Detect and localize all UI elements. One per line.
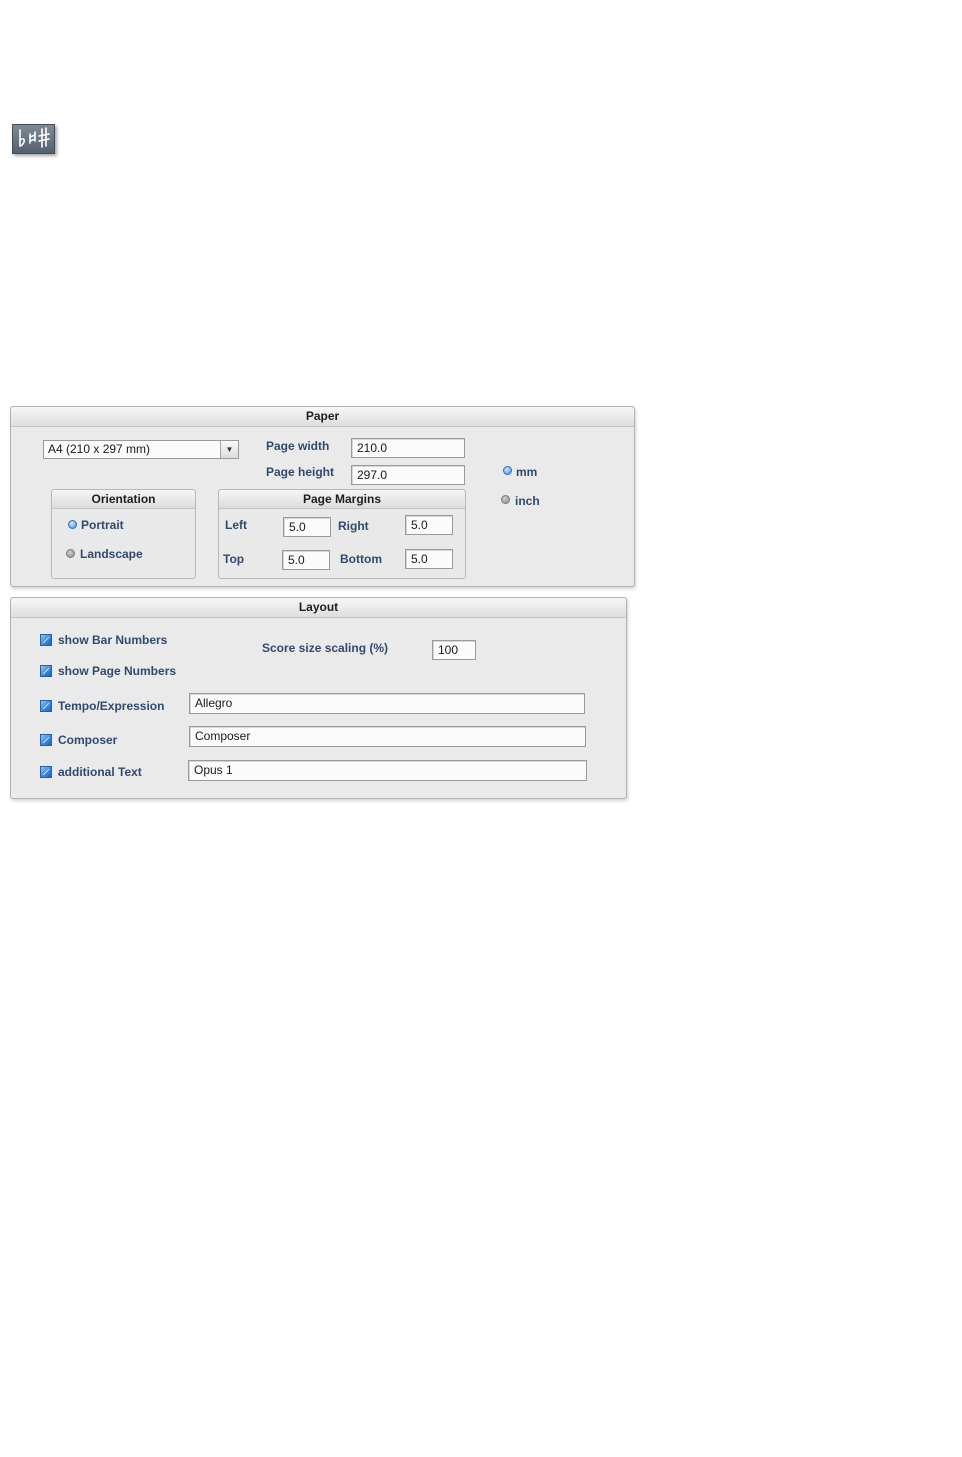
composer-label: Composer: [58, 733, 118, 747]
orientation-title: Orientation: [52, 490, 195, 509]
show-page-numbers-label: show Page Numbers: [58, 664, 177, 678]
layout-panel-title: Layout: [11, 598, 626, 618]
orientation-group: Orientation Portrait Landscape: [51, 489, 196, 579]
layout-panel: Layout show Bar Numbers Score size scali…: [10, 597, 627, 799]
flat-natural-sharp-icon: [12, 124, 55, 154]
composer-input[interactable]: Composer: [189, 726, 586, 747]
show-bar-numbers-label: show Bar Numbers: [58, 633, 168, 647]
inch-radio[interactable]: [501, 495, 510, 504]
right-margin-label: Right: [338, 519, 369, 533]
landscape-radio[interactable]: [66, 549, 75, 558]
portrait-label: Portrait: [81, 518, 124, 532]
bottom-margin-input[interactable]: 5.0: [405, 549, 453, 569]
paper-panel: Paper A4 (210 x 297 mm) ▼ Page width 210…: [10, 406, 635, 587]
show-page-numbers-checkbox[interactable]: [40, 665, 52, 677]
tempo-input[interactable]: Allegro: [189, 693, 585, 714]
composer-checkbox[interactable]: [40, 734, 52, 746]
left-margin-label: Left: [225, 518, 247, 532]
left-margin-input[interactable]: 5.0: [283, 517, 331, 537]
top-margin-input[interactable]: 5.0: [282, 550, 330, 570]
paper-size-value: A4 (210 x 297 mm): [48, 442, 151, 456]
tempo-label: Tempo/Expression: [58, 699, 165, 713]
page-width-input[interactable]: 210.0: [351, 438, 465, 458]
portrait-radio[interactable]: [68, 520, 77, 529]
score-scaling-label: Score size scaling (%): [262, 641, 389, 655]
mm-radio[interactable]: [503, 466, 512, 475]
top-margin-label: Top: [223, 552, 245, 566]
additional-text-checkbox[interactable]: [40, 766, 52, 778]
additional-text-label: additional Text: [58, 765, 142, 779]
page-margins-group: Page Margins Left 5.0 Right 5.0 Top 5.0 …: [218, 489, 466, 579]
additional-text-input[interactable]: Opus 1: [188, 760, 587, 781]
landscape-label: Landscape: [80, 547, 143, 561]
chevron-down-icon[interactable]: ▼: [220, 441, 238, 458]
paper-panel-title: Paper: [11, 407, 634, 427]
bottom-margin-label: Bottom: [340, 552, 382, 566]
inch-label: inch: [515, 494, 540, 508]
page-margins-title: Page Margins: [219, 490, 465, 509]
page-height-label: Page height: [266, 465, 335, 479]
score-scaling-input[interactable]: 100: [432, 640, 476, 660]
tempo-checkbox[interactable]: [40, 700, 52, 712]
show-bar-numbers-checkbox[interactable]: [40, 634, 52, 646]
page-width-label: Page width: [266, 439, 330, 453]
right-margin-input[interactable]: 5.0: [405, 515, 453, 535]
paper-size-dropdown[interactable]: A4 (210 x 297 mm) ▼: [43, 440, 239, 459]
page-height-input[interactable]: 297.0: [351, 465, 465, 485]
mm-label: mm: [516, 465, 538, 479]
